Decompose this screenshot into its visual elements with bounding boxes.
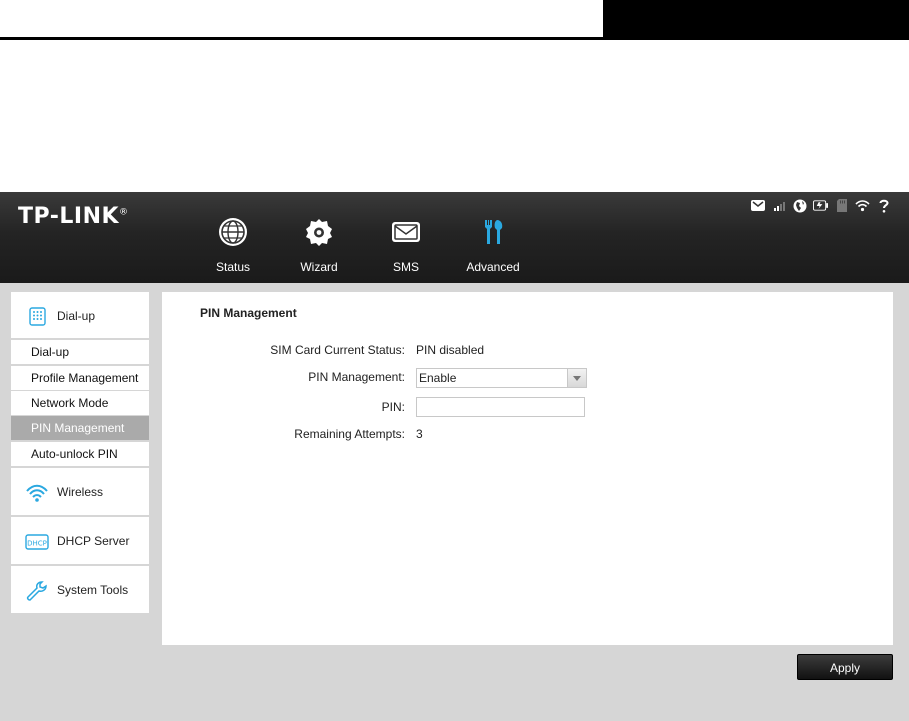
wifi-icon (26, 484, 48, 502)
mail-icon[interactable] (750, 198, 765, 213)
tp-link-logo: TP-LINK® (18, 204, 129, 229)
remaining-attempts-label: Remaining Attempts: (294, 427, 405, 441)
gear-icon (306, 219, 332, 246)
internet-icon (792, 198, 807, 213)
envelope-icon (392, 222, 420, 242)
sidebar-group-system-tools[interactable]: System Tools (11, 566, 149, 613)
sidebar-group-label: Dial-up (57, 309, 96, 323)
nav-sms[interactable]: SMS (390, 216, 422, 276)
sidebar-group-wireless[interactable]: Wireless (11, 468, 149, 515)
pin-input[interactable] (416, 397, 585, 417)
tools-icon (485, 220, 503, 244)
router-web-ui: TP-LINK® Status Wizard SMS Advanced Dial… (0, 192, 909, 721)
pin-label: PIN: (381, 400, 405, 414)
wrench-icon (26, 581, 47, 601)
sim-status-label: SIM Card Current Status: (270, 343, 405, 357)
battery-icon (813, 198, 828, 213)
help-icon[interactable] (876, 198, 891, 213)
top-navigation-bar: TP-LINK® Status Wizard SMS Advanced (0, 192, 909, 283)
nav-wizard[interactable]: Wizard (298, 216, 340, 276)
sidebar-group-dhcp-server[interactable]: DHCP DHCP Server (11, 517, 149, 564)
sidebar-group-dialup[interactable]: Dial-up (11, 292, 149, 338)
document-header-block (603, 0, 909, 40)
signal-icon (771, 198, 786, 213)
nav-label: Status (215, 260, 251, 274)
pin-management-selected-value: Enable (419, 371, 457, 385)
nav-status[interactable]: Status (214, 216, 252, 276)
document-header-rule (0, 37, 603, 40)
pin-management-panel: PIN Management SIM Card Current Status: … (162, 292, 893, 645)
apply-button[interactable]: Apply (797, 654, 893, 680)
sidebar-item-profile-management[interactable]: Profile Management (11, 366, 149, 390)
nav-advanced[interactable]: Advanced (464, 216, 522, 276)
sidebar-group-label: DHCP Server (57, 534, 130, 548)
sidebar-item-auto-unlock-pin[interactable]: Auto-unlock PIN (11, 442, 149, 466)
sd-card-icon (834, 198, 849, 213)
sidebar-group-label: System Tools (57, 583, 129, 597)
sidebar-item-network-mode[interactable]: Network Mode (11, 391, 149, 415)
nav-label: Advanced (466, 260, 520, 274)
pin-management-label: PIN Management: (308, 370, 405, 384)
page-title: PIN Management (200, 306, 297, 320)
nav-label: Wizard (300, 260, 338, 274)
remaining-attempts-value: 3 (416, 427, 423, 441)
svg-text:DHCP: DHCP (27, 540, 47, 548)
globe-icon (219, 218, 247, 246)
status-icon-tray (750, 198, 891, 213)
dhcp-icon: DHCP (25, 534, 49, 550)
chevron-down-icon[interactable] (567, 369, 586, 387)
sidebar-item-pin-management[interactable]: PIN Management (11, 416, 149, 440)
nav-label: SMS (392, 260, 419, 274)
sidebar-group-label: Wireless (57, 485, 104, 499)
sim-status-value: PIN disabled (416, 343, 485, 357)
dialup-icon (29, 307, 46, 326)
pin-management-select[interactable]: Enable (416, 368, 587, 388)
wifi-icon (855, 198, 870, 213)
sidebar-item-dialup[interactable]: Dial-up (11, 340, 149, 364)
